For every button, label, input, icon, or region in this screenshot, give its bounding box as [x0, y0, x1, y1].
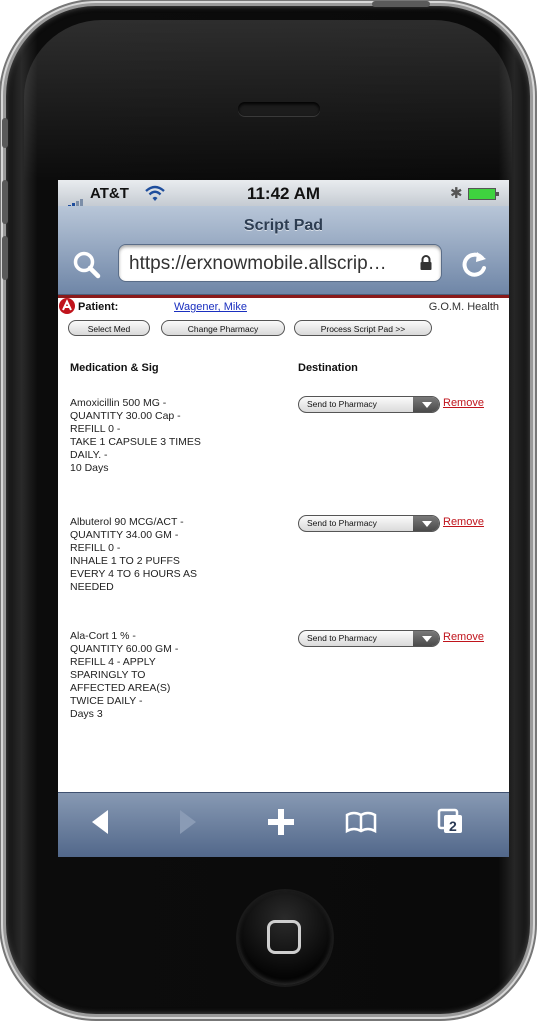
- header-rule: [58, 295, 509, 298]
- browser-title-bar: Script Pad https://erxnowmobile.allscrip…: [58, 206, 509, 295]
- medication-line: REFILL 0 -: [70, 423, 121, 435]
- medication-line: QUANTITY 60.00 GM -: [70, 643, 179, 655]
- medication-line: Days 3: [70, 708, 103, 720]
- medication-line: SPARINGLY TO: [70, 669, 146, 681]
- back-icon[interactable]: [88, 807, 112, 837]
- volume-down-button[interactable]: [2, 236, 8, 280]
- process-script-pad-button[interactable]: Process Script Pad >>: [294, 320, 432, 336]
- phone-sheen: [24, 20, 512, 180]
- medication-line: Albuterol 90 MCG/ACT -: [70, 516, 184, 528]
- earpiece-speaker: [238, 102, 320, 116]
- bookmarks-icon[interactable]: [344, 807, 378, 837]
- medication-line: 10 Days: [70, 462, 109, 474]
- remove-link[interactable]: Remove: [443, 631, 484, 643]
- destination-column-header: Destination: [298, 362, 358, 374]
- select-med-button[interactable]: Select Med: [68, 320, 150, 336]
- browser-toolbar: 2: [58, 792, 509, 857]
- page-title: Script Pad: [243, 217, 324, 234]
- medication-line: Amoxicillin 500 MG -: [70, 397, 167, 409]
- destination-select-value: Send to Pharmacy: [307, 518, 377, 528]
- organization-name: G.O.M. Health: [428, 301, 499, 313]
- web-page: Patient: Wagener, Mike G.O.M. Health Sel…: [58, 295, 509, 773]
- remove-link[interactable]: Remove: [443, 516, 484, 528]
- remove-link[interactable]: Remove: [443, 397, 484, 409]
- change-pharmacy-button[interactable]: Change Pharmacy: [161, 320, 285, 336]
- status-bar: AT&T 11:42 AM ✱: [58, 180, 509, 210]
- phone-screen: AT&T 11:42 AM ✱ Script Pad https://erxno…: [58, 180, 509, 857]
- patient-name-link[interactable]: Wagener, Mike: [174, 301, 247, 313]
- medication-sig-text: Amoxicillin 500 MG - QUANTITY 30.00 Cap …: [70, 397, 201, 475]
- medication-line: QUANTITY 34.00 GM -: [70, 529, 179, 541]
- medication-line: TAKE 1 CAPSULE 3 TIMES: [70, 436, 201, 448]
- chevron-down-icon: [413, 397, 439, 412]
- home-square-icon: [267, 920, 301, 954]
- destination-select[interactable]: Send to Pharmacy: [298, 396, 440, 413]
- forward-icon[interactable]: [176, 807, 200, 837]
- destination-select-value: Send to Pharmacy: [307, 633, 377, 643]
- url-field[interactable]: https://erxnowmobile.allscrip…: [118, 244, 442, 282]
- medication-line: AFFECTED AREA(S): [70, 682, 171, 694]
- chevron-down-icon: [413, 631, 439, 646]
- medication-sig-text: Ala-Cort 1 % - QUANTITY 60.00 GM - REFIL…: [70, 630, 178, 721]
- status-clock: 11:42 AM: [246, 184, 321, 203]
- lock-icon: [420, 255, 432, 270]
- mute-switch[interactable]: [2, 118, 8, 148]
- medication-column-header: Medication & Sig: [70, 362, 159, 374]
- add-icon[interactable]: [266, 807, 296, 837]
- medication-line: EVERY 4 TO 6 HOURS AS: [70, 568, 198, 580]
- medication-line: REFILL 0 -: [70, 542, 121, 554]
- medication-sig-text: Albuterol 90 MCG/ACT - QUANTITY 34.00 GM…: [70, 516, 197, 594]
- pages-count: 2: [449, 818, 457, 834]
- medication-line: NEEDED: [70, 581, 114, 593]
- reload-icon[interactable]: [458, 248, 492, 282]
- search-icon[interactable]: [72, 250, 102, 280]
- volume-up-button[interactable]: [2, 180, 8, 224]
- medication-line: INHALE 1 TO 2 PUFFS: [70, 555, 180, 567]
- allscripts-logo-icon: [59, 298, 75, 314]
- medication-line: REFILL 4 - APPLY: [70, 656, 156, 668]
- battery-icon: [468, 188, 499, 200]
- medication-line: QUANTITY 30.00 Cap -: [70, 410, 181, 422]
- destination-select[interactable]: Send to Pharmacy: [298, 630, 440, 647]
- destination-select-value: Send to Pharmacy: [307, 399, 377, 409]
- medication-line: DAILY. -: [70, 449, 108, 461]
- url-text: https://erxnowmobile.allscrip…: [129, 253, 387, 274]
- sleep-button[interactable]: [372, 1, 430, 7]
- patient-label: Patient:: [78, 301, 119, 313]
- medication-line: Ala-Cort 1 % -: [70, 630, 136, 642]
- home-button[interactable]: [238, 891, 332, 985]
- medication-line: TWICE DAILY -: [70, 695, 143, 707]
- bluetooth-icon: ✱: [450, 185, 463, 202]
- destination-select[interactable]: Send to Pharmacy: [298, 515, 440, 532]
- chevron-down-icon: [413, 516, 439, 531]
